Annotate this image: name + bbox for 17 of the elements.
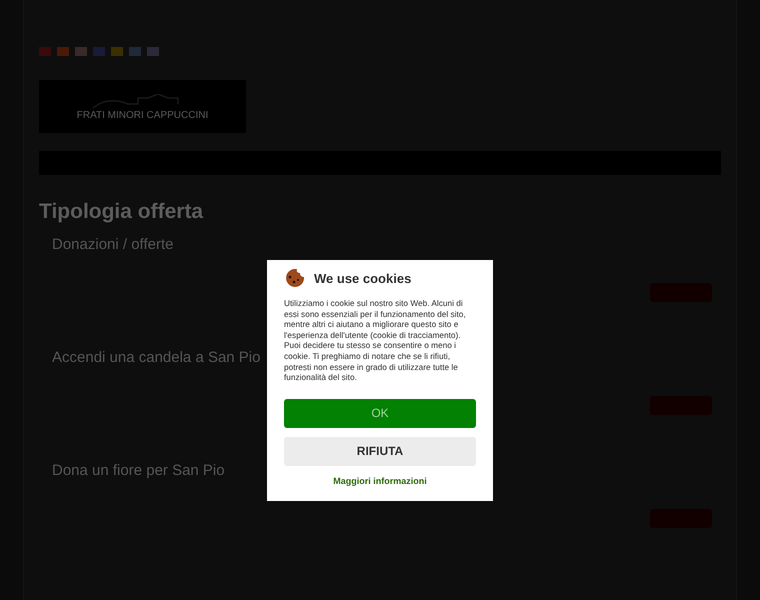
page-heading: Tipologia offerta	[39, 200, 204, 224]
flag-icon[interactable]	[57, 47, 69, 56]
reject-button[interactable]: RIFIUTA	[284, 436, 476, 466]
flag-icon[interactable]	[147, 47, 159, 56]
cookie-message: Utilizziamo i cookie sul nostro sito Web. Alcuni di essi sono essenziali per il funzionamento del sito, mentre altri ci aiutano a migliorare questo sito e l'esperienza dell'utente (cookie di tracciamento). Puoi decidere tu stesso se consentire o meno i cookie. Ti preghiamo di notare che se li rifiuti, potresti non essere in grado di utilizzare tutte le funzionalità del sito.	[284, 298, 467, 383]
flag-icon[interactable]	[129, 47, 141, 56]
more-info-link[interactable]: Maggiori informazioni	[333, 476, 427, 486]
cookie-icon	[284, 268, 305, 288]
dialog-title: We use cookies	[314, 270, 412, 286]
offer-title: Donazioni / offerte	[52, 236, 174, 253]
flag-icon[interactable]	[111, 47, 123, 56]
flag-icon[interactable]	[93, 47, 105, 56]
flag-icon[interactable]	[75, 47, 87, 56]
offer-title: Accendi una candela a San Pio	[52, 349, 260, 366]
offer-title: Dona un fiore per San Pio	[52, 462, 225, 479]
flag-icon[interactable]	[39, 47, 51, 56]
logo-text: FRATI MINORI CAPPUCCINI	[76, 110, 208, 121]
